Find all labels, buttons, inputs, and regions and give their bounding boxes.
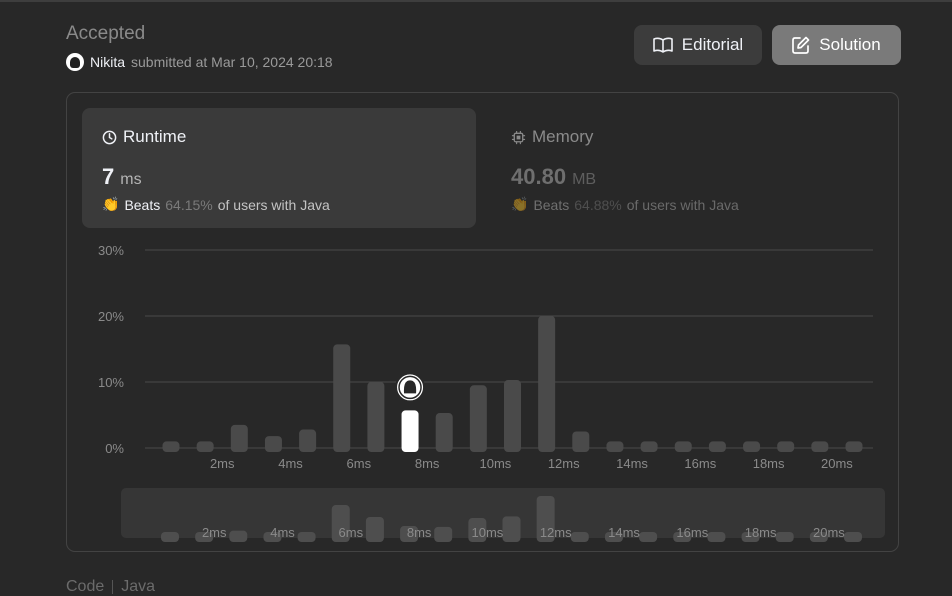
overview-x-tick-label: 14ms — [608, 525, 640, 540]
x-tick-label: 18ms — [753, 456, 785, 471]
overview-bar — [161, 532, 179, 542]
chart-bar[interactable] — [845, 441, 863, 452]
x-tick-label: 20ms — [821, 456, 853, 471]
chart-bar[interactable] — [435, 413, 453, 452]
overview-bar — [365, 517, 384, 542]
overview-bar — [639, 532, 658, 542]
chart-bar[interactable] — [674, 441, 692, 452]
x-tick-label: 10ms — [480, 456, 512, 471]
y-tick-label: 20% — [98, 309, 124, 324]
y-tick-label: 10% — [98, 375, 124, 390]
x-tick-label: 14ms — [616, 456, 648, 471]
chart-bar[interactable] — [640, 441, 658, 452]
overview-bar — [502, 516, 521, 542]
overview-x-tick-label: 20ms — [813, 525, 845, 540]
y-tick-label: 0% — [105, 441, 124, 456]
chart-bar[interactable] — [264, 436, 282, 452]
chart-bar[interactable] — [162, 441, 180, 452]
chart-bar[interactable] — [367, 382, 385, 452]
overview-x-tick-label: 18ms — [745, 525, 777, 540]
y-tick-label: 30% — [98, 243, 124, 258]
overview-bar — [297, 532, 316, 542]
chart-bar[interactable] — [708, 441, 726, 452]
overview-bar — [707, 532, 726, 542]
x-tick-label: 4ms — [278, 456, 303, 471]
x-tick-label: 16ms — [684, 456, 716, 471]
overview-bar — [844, 532, 862, 542]
chart-bar[interactable] — [777, 441, 795, 452]
chart-bar[interactable] — [196, 441, 214, 452]
x-tick-label: 12ms — [548, 456, 580, 471]
bar-highlighted[interactable] — [401, 410, 419, 452]
overview-x-tick-label: 12ms — [540, 525, 572, 540]
chart-bar[interactable] — [572, 431, 590, 453]
chart-bar[interactable] — [230, 424, 248, 452]
runtime-distribution-chart: 30% 20% 10% 0% 2ms 4ms 6ms 8ms 10ms 12ms 14ms 16ms 1… — [98, 243, 885, 542]
overview-bar — [570, 532, 589, 542]
chart-bar[interactable] — [333, 344, 351, 452]
x-tick-label: 2ms — [210, 456, 235, 471]
overview-bar — [775, 532, 794, 542]
overview-x-tick-label: 16ms — [676, 525, 708, 540]
code-section-header: Code Java — [66, 578, 155, 596]
overview-x-tick-label: 2ms — [202, 525, 227, 540]
chart-bar[interactable] — [504, 380, 521, 452]
chart-bar[interactable] — [538, 316, 556, 452]
chart-bar[interactable] — [606, 441, 624, 452]
overview-bar — [229, 530, 248, 542]
overview-x-tick-label: 8ms — [407, 525, 432, 540]
chart-bar[interactable] — [811, 441, 829, 452]
overview-bar — [434, 526, 453, 542]
chart-bar[interactable] — [299, 429, 317, 452]
overview-x-tick-label: 10ms — [472, 525, 504, 540]
overview-x-tick-label: 4ms — [270, 525, 295, 540]
chart-bar[interactable] — [743, 441, 761, 452]
overview-x-tick-label: 6ms — [339, 525, 364, 540]
x-tick-label: 8ms — [415, 456, 440, 471]
chart-bar[interactable] — [469, 385, 487, 452]
x-tick-label: 6ms — [347, 456, 372, 471]
